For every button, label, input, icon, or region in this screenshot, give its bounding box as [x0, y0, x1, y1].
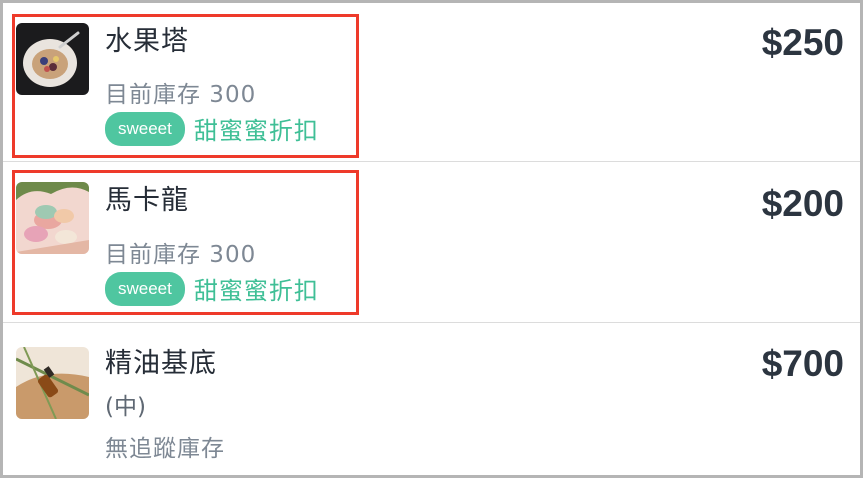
product-price: $700 — [761, 343, 844, 384]
macaron-image — [16, 182, 89, 254]
product-price: $200 — [761, 183, 844, 224]
stock-status: 無追蹤庫存 — [105, 436, 225, 462]
product-name: 馬卡龍 — [105, 185, 189, 216]
tag-group: sweeet 甜蜜蜜折扣 — [105, 111, 319, 146]
discount-label: 甜蜜蜜折扣 — [193, 117, 319, 145]
product-name: 水果塔 — [105, 26, 189, 57]
tag-badge: sweeet — [105, 271, 185, 306]
product-list: 水果塔 目前庫存 300 sweeet 甜蜜蜜折扣 $250 馬卡龍 目前庫存 … — [0, 0, 863, 478]
product-row-essential-oil[interactable]: 精油基底 (中) 無追蹤庫存 $700 — [3, 323, 860, 475]
variant-label: (中) — [105, 394, 146, 420]
fruit-tart-image — [16, 23, 89, 95]
product-price: $250 — [761, 22, 844, 63]
product-name: 精油基底 — [105, 348, 217, 379]
product-row-fruit-tart[interactable]: 水果塔 目前庫存 300 sweeet 甜蜜蜜折扣 $250 — [3, 3, 860, 162]
discount-label: 甜蜜蜜折扣 — [193, 277, 319, 305]
tag-badge: sweeet — [105, 111, 185, 146]
product-row-macaron[interactable]: 馬卡龍 目前庫存 300 sweeet 甜蜜蜜折扣 $200 — [3, 162, 860, 323]
essential-oil-image — [16, 347, 89, 419]
tag-group: sweeet 甜蜜蜜折扣 — [105, 271, 319, 306]
stock-status: 目前庫存 300 — [105, 82, 257, 108]
stock-status: 目前庫存 300 — [105, 242, 257, 268]
